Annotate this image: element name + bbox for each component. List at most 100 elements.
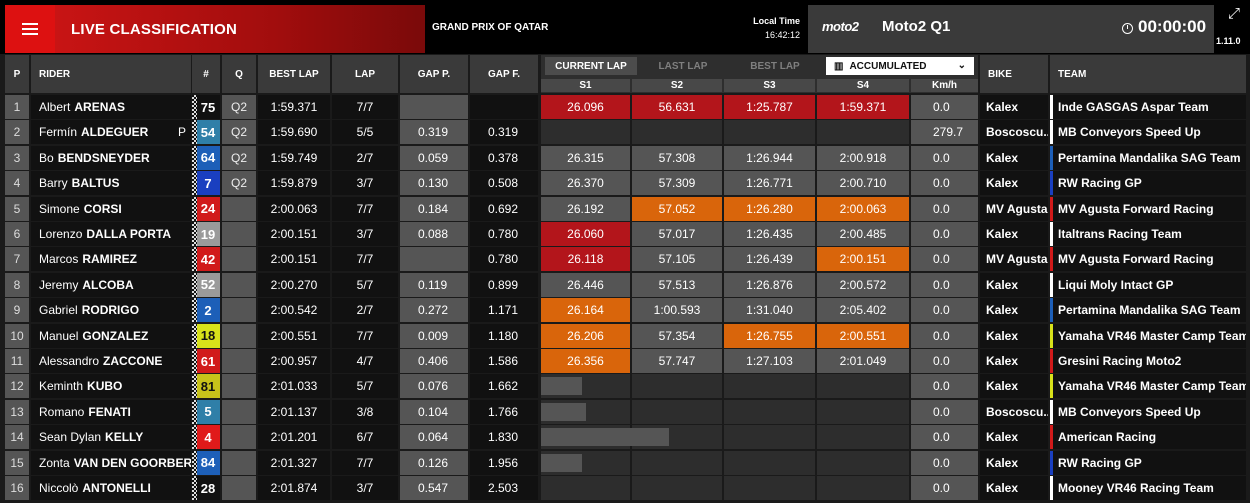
tab-best-lap[interactable]: BEST LAP bbox=[729, 57, 821, 75]
position-cell: 15 bbox=[5, 450, 29, 475]
rider-first-name: Sean Dylan bbox=[39, 430, 102, 445]
rider-number-text: 54 bbox=[200, 124, 216, 140]
rider-name[interactable]: Fermín ALDEGUER bbox=[31, 120, 191, 145]
bike-make: Kalex bbox=[980, 298, 1048, 323]
table-row[interactable]: 2 Fermín ALDEGUER P 54 Q2 1:59.690 5/5 0.319 0.31… bbox=[0, 120, 1250, 145]
gap-previous: 0.104 bbox=[400, 399, 468, 424]
team-name-text: MB Conveyors Speed Up bbox=[1058, 125, 1201, 140]
rider-number-text: 4 bbox=[204, 429, 212, 445]
speed-kmh: 0.0 bbox=[911, 222, 978, 246]
rider-last-name: KELLY bbox=[105, 430, 144, 445]
rider-last-name: RAMIREZ bbox=[82, 252, 138, 267]
speed-kmh: 0.0 bbox=[911, 196, 978, 221]
speed-kmh: 0.0 bbox=[911, 247, 978, 272]
rider-name[interactable]: Albert ARENAS bbox=[31, 95, 191, 119]
best-lap-time: 2:00.542 bbox=[258, 298, 330, 323]
table-row[interactable]: 6 Lorenzo DALLA PORTA 19 2:00.151 3/7 0.088 0.7… bbox=[0, 222, 1250, 246]
sector-s2: 57.513 bbox=[632, 272, 722, 297]
rider-name[interactable]: Alessandro ZACCONE bbox=[31, 349, 191, 373]
gap-previous: 0.009 bbox=[400, 323, 468, 348]
rider-number: 28 bbox=[192, 476, 220, 500]
page-title: LIVE CLASSIFICATION bbox=[55, 5, 425, 53]
rider-name[interactable]: Barry BALTUS bbox=[31, 171, 191, 196]
rider-name[interactable]: Sean Dylan KELLY bbox=[31, 425, 191, 450]
table-row[interactable]: 10 Manuel GONZALEZ 18 2:00.551 7/7 0.009 1.180 2… bbox=[0, 323, 1250, 348]
table-row[interactable]: 5 Simone CORSI 24 2:00.063 7/7 0.184 0.692 26.19… bbox=[0, 196, 1250, 221]
sector-s1: 26.192 bbox=[541, 196, 630, 221]
rider-first-name: Marcos bbox=[39, 252, 79, 267]
qualified-flag bbox=[222, 222, 256, 246]
team-color-bar bbox=[1050, 171, 1053, 196]
tab-current-lap[interactable]: CURRENT LAP bbox=[545, 57, 637, 75]
team-name: Italtrans Racing Team bbox=[1050, 222, 1246, 246]
table-row[interactable]: 11 Alessandro ZACCONE 61 2:00.957 4/7 0.406 1.5… bbox=[0, 349, 1250, 373]
rider-name[interactable]: Marcos RAMIREZ bbox=[31, 247, 191, 272]
local-time-value: 16:42:12 bbox=[764, 30, 800, 40]
rider-name[interactable]: Niccolò ANTONELLI bbox=[31, 476, 191, 500]
col-pos: P bbox=[5, 55, 29, 93]
rider-number-text: 84 bbox=[200, 455, 216, 471]
table-row[interactable]: 15ZontaVAN DEN GOORBERGH842:01.3277/70.1… bbox=[0, 450, 1250, 475]
rider-name[interactable]: Jeremy ALCOBA bbox=[31, 272, 191, 297]
team-name: RW Racing GP bbox=[1050, 450, 1246, 475]
sector-s1: 26.164 bbox=[541, 298, 630, 323]
table-row[interactable]: 1 Albert ARENAS 75 Q2 1:59.371 7/7 26.096 56.631… bbox=[0, 95, 1250, 119]
rider-number-text: 52 bbox=[200, 277, 216, 293]
lap-count: 3/7 bbox=[332, 222, 398, 246]
sector-s3: 1:26.876 bbox=[724, 272, 815, 297]
rider-number-text: 61 bbox=[200, 353, 216, 369]
team-name-text: RW Racing GP bbox=[1058, 176, 1142, 191]
gap-previous: 0.406 bbox=[400, 349, 468, 373]
table-row[interactable]: 9 Gabriel RODRIGO 2 2:00.542 2/7 0.272 1.171 26.… bbox=[0, 298, 1250, 323]
table-row[interactable]: 3 Bo BENDSNEYDER 64 Q2 1:59.749 2/7 0.059 0.378 2… bbox=[0, 145, 1250, 170]
col-bike: BIKE bbox=[980, 55, 1048, 93]
expand-icon[interactable]: ⤢ bbox=[1220, 5, 1248, 29]
table-row[interactable]: 14 Sean Dylan KELLY 4 2:01.201 6/7 0.064 1.830 0… bbox=[0, 425, 1250, 450]
sector-s1: 26.356 bbox=[541, 349, 630, 373]
sector-s2: 57.308 bbox=[632, 145, 722, 170]
col-best-lap: BEST LAP bbox=[258, 55, 330, 93]
lap-progress-bar bbox=[541, 377, 582, 396]
team-color-bar bbox=[1050, 323, 1053, 348]
table-row[interactable]: 8 Jeremy ALCOBA 52 2:00.270 5/7 0.119 0.899 26.4… bbox=[0, 272, 1250, 297]
rider-first-name: Romano bbox=[39, 404, 85, 419]
menu-icon[interactable] bbox=[5, 5, 55, 53]
speed-kmh: 0.0 bbox=[911, 476, 978, 500]
team-color-bar bbox=[1050, 95, 1053, 119]
team-name-text: American Racing bbox=[1058, 430, 1157, 445]
rider-name[interactable]: Romano FENATI bbox=[31, 399, 191, 424]
qualified-flag: Q2 bbox=[222, 95, 256, 119]
sector-s2 bbox=[632, 476, 722, 500]
speed-kmh: 0.0 bbox=[911, 272, 978, 297]
tab-last-lap[interactable]: LAST LAP bbox=[637, 57, 729, 75]
rider-name[interactable]: Bo BENDSNEYDER bbox=[31, 145, 191, 170]
team-name: MB Conveyors Speed Up bbox=[1050, 120, 1246, 145]
rider-first-name: Jeremy bbox=[39, 277, 79, 292]
table-row[interactable]: 16 Niccolò ANTONELLI 28 2:01.874 3/7 0.547 2.50… bbox=[0, 476, 1250, 500]
rider-name[interactable]: Simone CORSI bbox=[31, 196, 191, 221]
table-row[interactable]: 4 Barry BALTUS 7 Q2 1:59.879 3/7 0.130 0.508 26.3… bbox=[0, 171, 1250, 196]
sector-s1: 26.060 bbox=[541, 222, 630, 246]
table-row[interactable]: 12 Keminth KUBO 81 2:01.033 5/7 0.076 1.662 0.0 K… bbox=[0, 374, 1250, 399]
table-row[interactable]: 13 Romano FENATI 5 2:01.137 3/8 0.104 1.766 0.0 B… bbox=[0, 399, 1250, 424]
rider-name[interactable]: Keminth KUBO bbox=[31, 374, 191, 399]
lap-count: 7/7 bbox=[332, 247, 398, 272]
gap-first: 2.503 bbox=[470, 476, 538, 500]
lap-count: 3/8 bbox=[332, 399, 398, 424]
rider-name[interactable]: Gabriel RODRIGO bbox=[31, 298, 191, 323]
col-gap-p: GAP P. bbox=[400, 55, 468, 93]
checkered-flag-icon bbox=[192, 145, 197, 170]
rider-number: 2 bbox=[192, 298, 220, 323]
rider-name[interactable]: Lorenzo DALLA PORTA bbox=[31, 222, 191, 246]
accumulated-dropdown[interactable]: ▥ ACCUMULATED ⌄ bbox=[826, 57, 974, 75]
position-cell: 11 bbox=[5, 349, 29, 373]
gap-previous: 0.088 bbox=[400, 222, 468, 246]
sector-s3 bbox=[724, 374, 815, 399]
lap-progress-bar bbox=[541, 428, 669, 447]
team-name-text: Gresini Racing Moto2 bbox=[1058, 354, 1182, 368]
table-row[interactable]: 7 Marcos RAMIREZ 42 2:00.151 7/7 0.780 26.118 57… bbox=[0, 247, 1250, 272]
lap-view-tabs: CURRENT LAP LAST LAP BEST LAP ▥ ACCUMULA… bbox=[541, 55, 978, 93]
rider-name[interactable]: ZontaVAN DEN GOORBERGH bbox=[31, 450, 191, 475]
rider-name[interactable]: Manuel GONZALEZ bbox=[31, 323, 191, 348]
session-block: moto2 Moto2 Q1 00:00:00 bbox=[808, 5, 1214, 53]
